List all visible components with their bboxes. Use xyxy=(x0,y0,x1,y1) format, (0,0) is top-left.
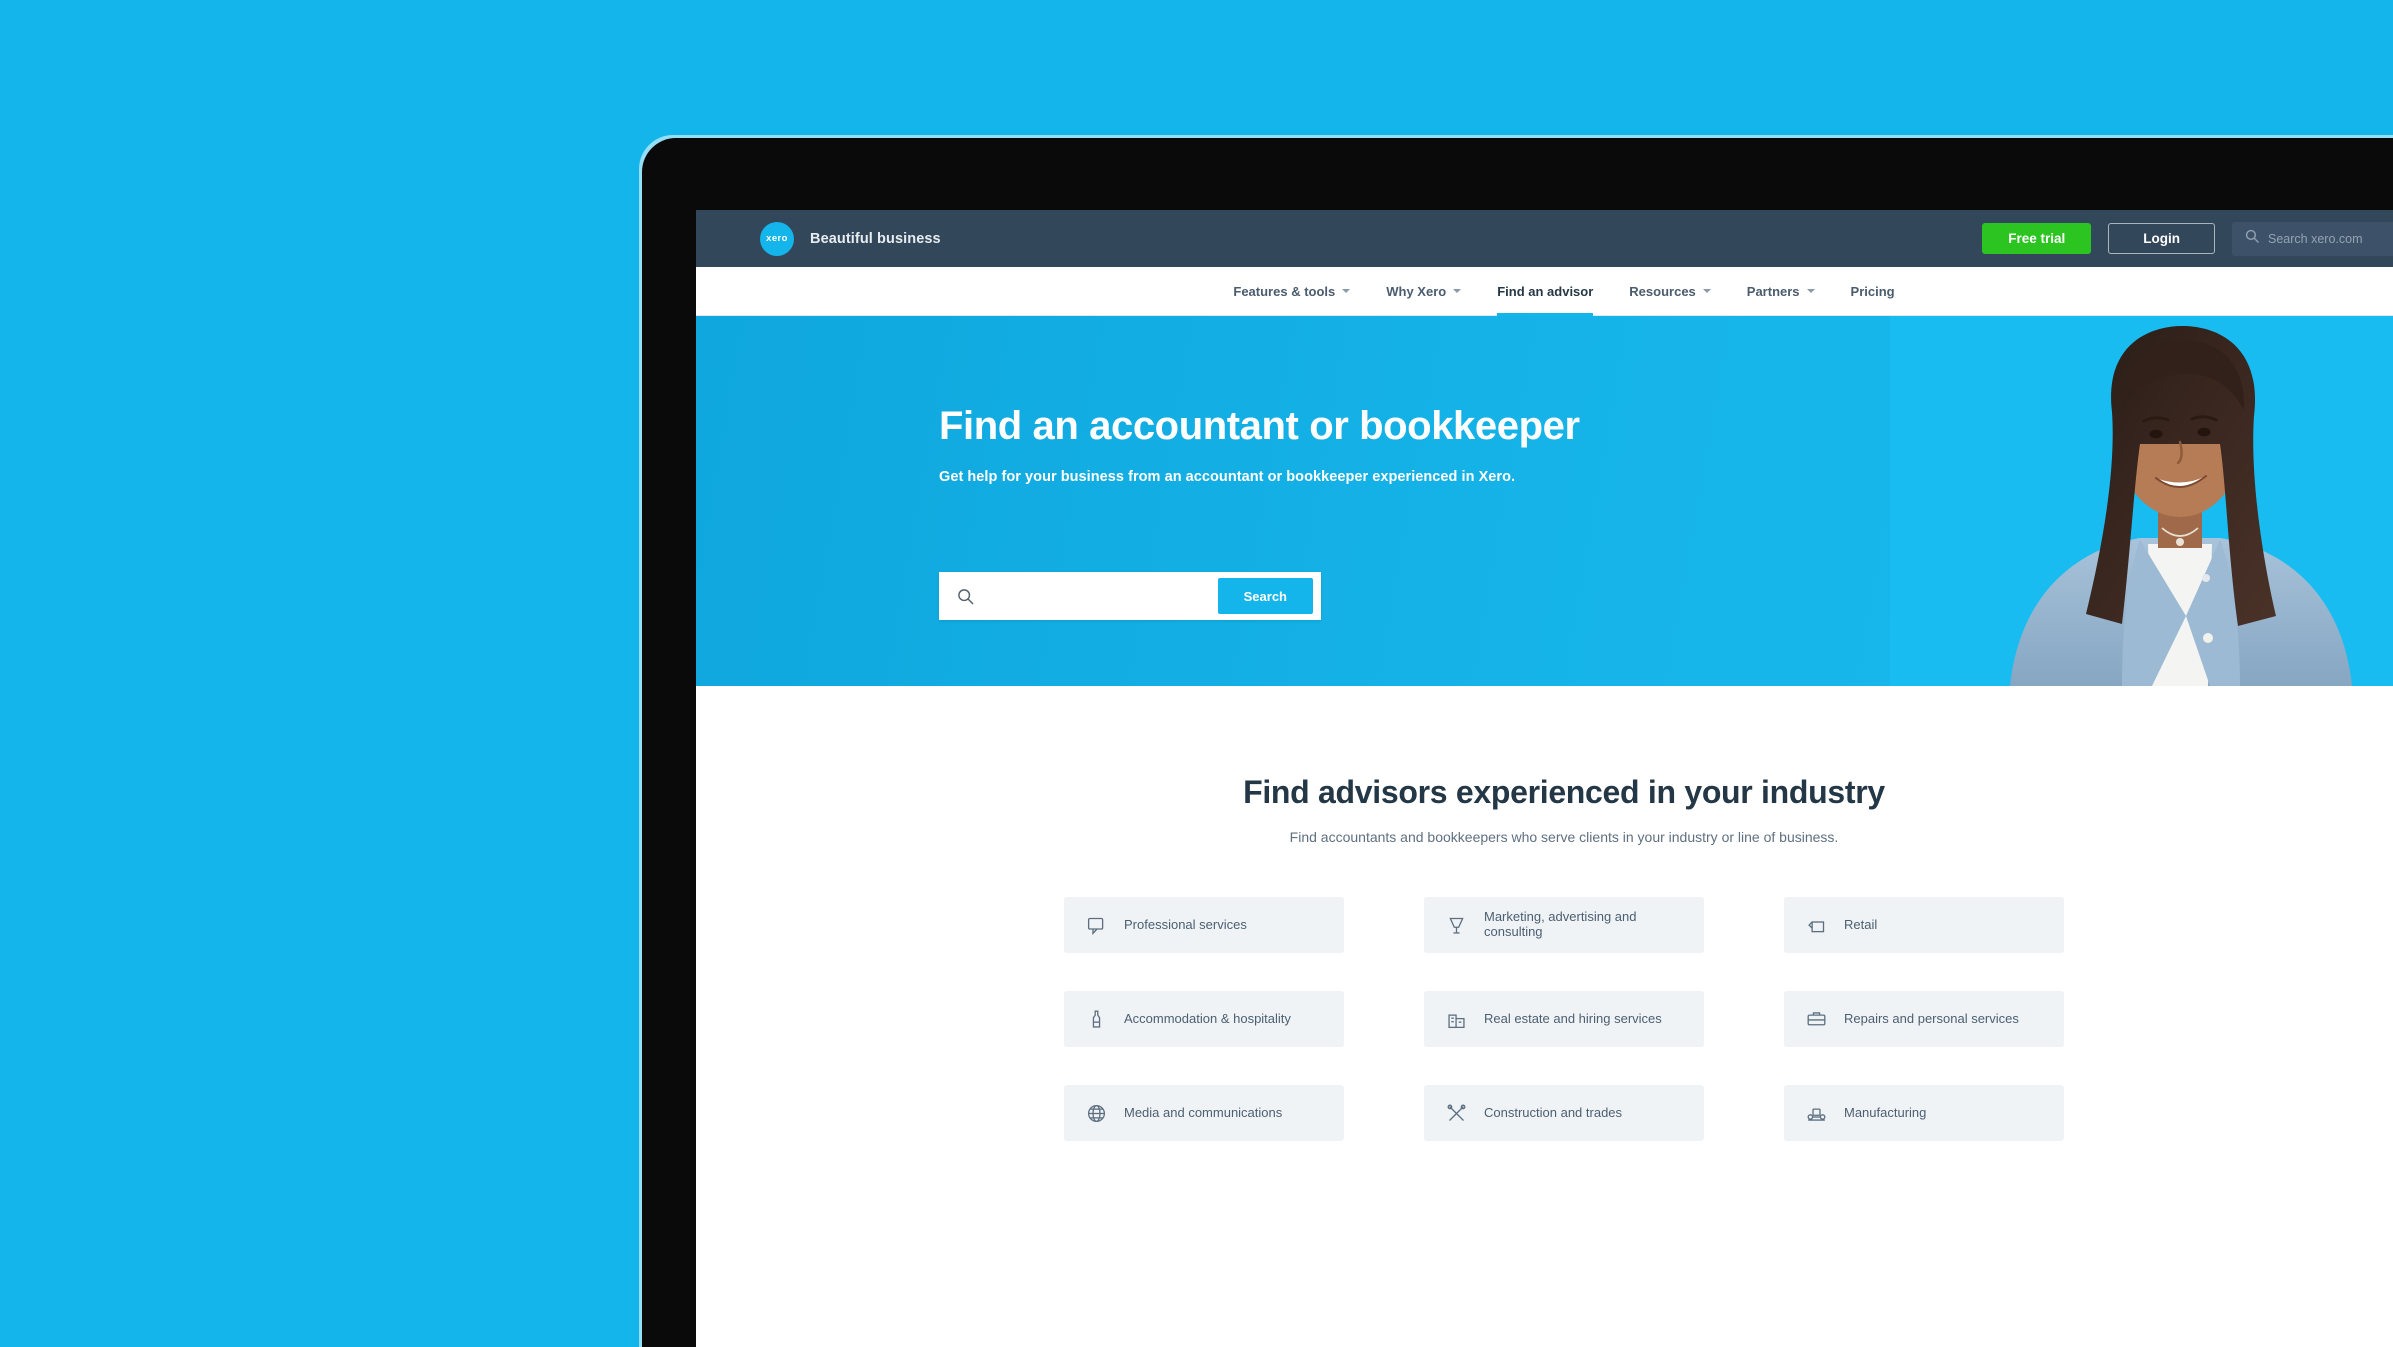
industry-heading: Find advisors experienced in your indust… xyxy=(1243,774,1885,810)
industry-subheading: Find accountants and bookkeepers who ser… xyxy=(1289,829,1839,845)
industry-card-professional-services[interactable]: Professional services xyxy=(1064,897,1344,953)
industry-card-label: Construction and trades xyxy=(1484,1104,1623,1120)
xero-logo-text: xero xyxy=(766,233,788,244)
industry-card-repairs-personal-services[interactable]: Repairs and personal services xyxy=(1784,991,2064,1047)
nav-label: Why Xero xyxy=(1386,283,1447,299)
hero-text-group: Find an accountant or bookkeeper Get hel… xyxy=(939,404,1699,485)
header-search-placeholder: Search xero.com xyxy=(2268,231,2363,246)
nav-label: Features & tools xyxy=(1233,283,1336,299)
nav-item-find-an-advisor[interactable]: Find an advisor xyxy=(1479,267,1611,316)
hero-subtitle: Get help for your business from an accou… xyxy=(939,468,1516,485)
advisor-search-input[interactable] xyxy=(986,574,1218,618)
advisor-search-bar[interactable]: Search xyxy=(939,572,1321,620)
chevron-down-icon xyxy=(1453,289,1462,293)
header-actions: Free trial Login Search xero.com xyxy=(1982,210,2393,267)
nav-label: Find an advisor xyxy=(1497,283,1594,299)
industry-card-construction-trades[interactable]: Construction and trades xyxy=(1424,1085,1704,1141)
nav-item-pricing[interactable]: Pricing xyxy=(1833,267,1913,316)
search-icon xyxy=(939,588,986,605)
nav-item-resources[interactable]: Resources xyxy=(1611,267,1728,316)
laptop-device: xero Beautiful business Free trial Login… xyxy=(642,138,2393,1347)
industry-card-label: Professional services xyxy=(1124,916,1247,932)
globe-icon xyxy=(1084,1101,1108,1125)
industry-card-label: Media and communications xyxy=(1124,1104,1283,1120)
nav-label: Partners xyxy=(1746,283,1800,299)
tools-icon xyxy=(1444,1101,1468,1125)
browser-screen: xero Beautiful business Free trial Login… xyxy=(696,210,2393,1347)
industry-card-label: Manufacturing xyxy=(1844,1104,1927,1120)
nav-label: Resources xyxy=(1629,283,1696,299)
industry-card-label: Repairs and personal services xyxy=(1844,1010,2019,1026)
nav-item-partners[interactable]: Partners xyxy=(1729,267,1833,316)
advisor-search-button[interactable]: Search xyxy=(1217,578,1313,614)
industry-card-accommodation-hospitality[interactable]: Accommodation & hospitality xyxy=(1064,991,1344,1047)
nav-label: Pricing xyxy=(1850,283,1895,299)
header-search-box[interactable]: Search xero.com xyxy=(2232,221,2393,256)
search-icon xyxy=(2245,229,2259,248)
industry-card-label: Real estate and hiring services xyxy=(1484,1010,1662,1026)
industry-card-label: Accommodation & hospitality xyxy=(1124,1010,1291,1026)
hero-photo xyxy=(1890,316,2393,686)
megaphone-icon xyxy=(1444,913,1468,937)
industry-card-retail[interactable]: Retail xyxy=(1784,897,2064,953)
industry-card-grid: Professional services Marketing, adverti… xyxy=(1064,897,2064,1141)
bottle-icon xyxy=(1084,1007,1108,1031)
industry-section: Find advisors experienced in your indust… xyxy=(696,686,2393,1141)
chevron-down-icon xyxy=(1806,289,1815,293)
industry-card-marketing-advertising-consulting[interactable]: Marketing, advertising and consulting xyxy=(1424,897,1704,953)
brand-logo-group[interactable]: xero Beautiful business xyxy=(760,221,941,256)
chat-bubble-icon xyxy=(1084,913,1108,937)
nav-item-why-xero[interactable]: Why Xero xyxy=(1368,267,1479,316)
industry-card-real-estate-hiring-services[interactable]: Real estate and hiring services xyxy=(1424,991,1704,1047)
industry-card-media-communications[interactable]: Media and communications xyxy=(1064,1085,1344,1141)
brand-tagline: Beautiful business xyxy=(810,230,941,247)
factory-machine-icon xyxy=(1804,1101,1828,1125)
chevron-down-icon xyxy=(1702,289,1711,293)
nav-item-features-tools[interactable]: Features & tools xyxy=(1215,267,1368,316)
free-trial-button[interactable]: Free trial xyxy=(1982,222,2092,255)
industry-card-label: Marketing, advertising and consulting xyxy=(1484,909,1637,939)
industry-card-manufacturing[interactable]: Manufacturing xyxy=(1784,1085,2064,1141)
hero-banner: Find an accountant or bookkeeper Get hel… xyxy=(696,316,2393,686)
chevron-down-icon xyxy=(1342,289,1351,293)
xero-logo-icon[interactable]: xero xyxy=(760,221,794,256)
shopping-bag-icon xyxy=(1804,913,1828,937)
hero-title: Find an accountant or bookkeeper xyxy=(939,404,1580,448)
login-button[interactable]: Login xyxy=(2108,222,2215,255)
toolbox-icon xyxy=(1804,1007,1828,1031)
buildings-icon xyxy=(1444,1007,1468,1031)
industry-card-label: Retail xyxy=(1844,916,1878,932)
site-header: xero Beautiful business Free trial Login… xyxy=(696,210,2393,267)
main-navigation: Features & tools Why Xero Find an adviso… xyxy=(696,267,2393,316)
